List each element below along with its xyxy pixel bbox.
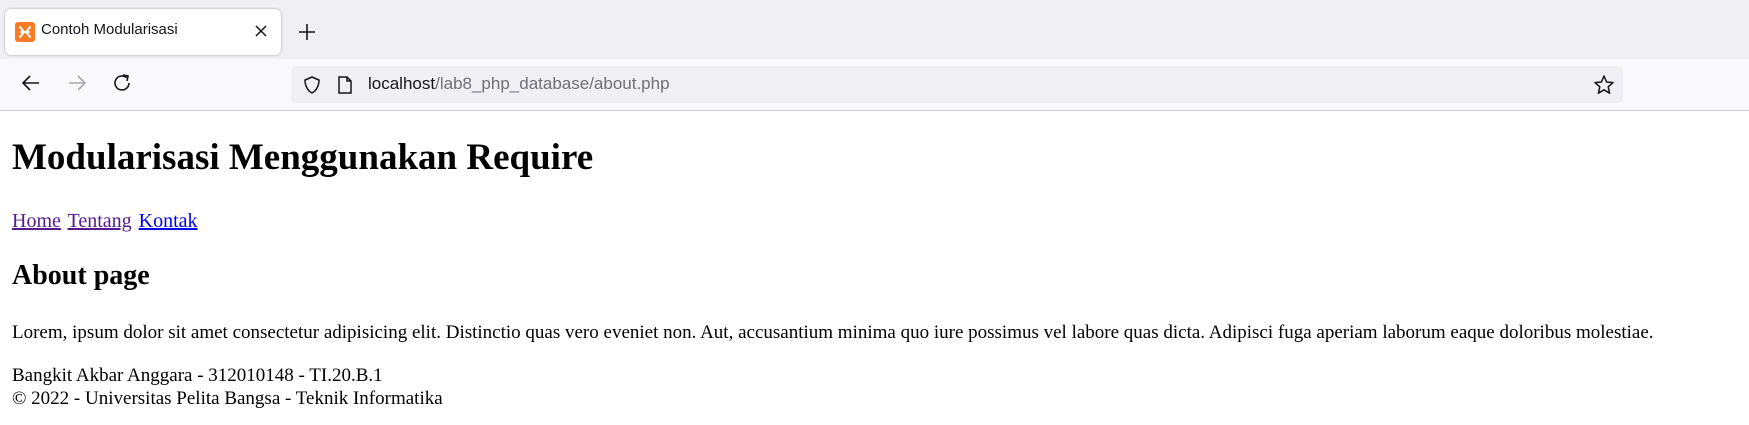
page-content: Modularisasi Menggunakan Require Home Te… [0, 111, 1749, 425]
footer-author: Bangkit Akbar Anggara - 312010148 - TI.2… [12, 365, 383, 386]
footer: Bangkit Akbar Anggara - 312010148 - TI.2… [12, 364, 443, 410]
section-title: About page [12, 260, 150, 291]
close-icon[interactable] [251, 21, 271, 41]
shield-icon[interactable] [302, 75, 322, 95]
navigation-toolbar: localhost/lab8_php_database/about.php [0, 59, 1749, 111]
url-host: localhost [368, 74, 436, 93]
tab-title: Contoh Modularisasi [41, 21, 178, 38]
forward-arrow-icon[interactable] [66, 72, 88, 94]
page-title: Modularisasi Menggunakan Require [12, 137, 594, 178]
tab-strip: Contoh Modularisasi [0, 0, 1749, 59]
nav-link-home[interactable]: Home [12, 210, 61, 232]
back-arrow-icon[interactable] [20, 72, 42, 94]
new-tab-icon[interactable] [296, 21, 318, 43]
footer-copyright: © 2022 - Universitas Pelita Bangsa - Tek… [12, 388, 443, 409]
browser-tab[interactable]: Contoh Modularisasi [5, 9, 281, 55]
url-path: /lab8_php_database/about.php [435, 74, 670, 93]
url-text[interactable]: localhost/lab8_php_database/about.php [368, 74, 670, 94]
page-info-icon[interactable] [336, 75, 354, 95]
nav-link-kontak[interactable]: Kontak [139, 210, 198, 232]
bookmark-star-icon[interactable] [1593, 74, 1615, 96]
reload-icon[interactable] [111, 72, 133, 94]
main-nav: Home Tentang Kontak [12, 210, 200, 233]
xampp-icon [15, 22, 35, 42]
nav-link-tentang[interactable]: Tentang [68, 210, 132, 232]
address-bar[interactable]: localhost/lab8_php_database/about.php [291, 66, 1623, 103]
about-paragraph: Lorem, ipsum dolor sit amet consectetur … [12, 322, 1654, 343]
